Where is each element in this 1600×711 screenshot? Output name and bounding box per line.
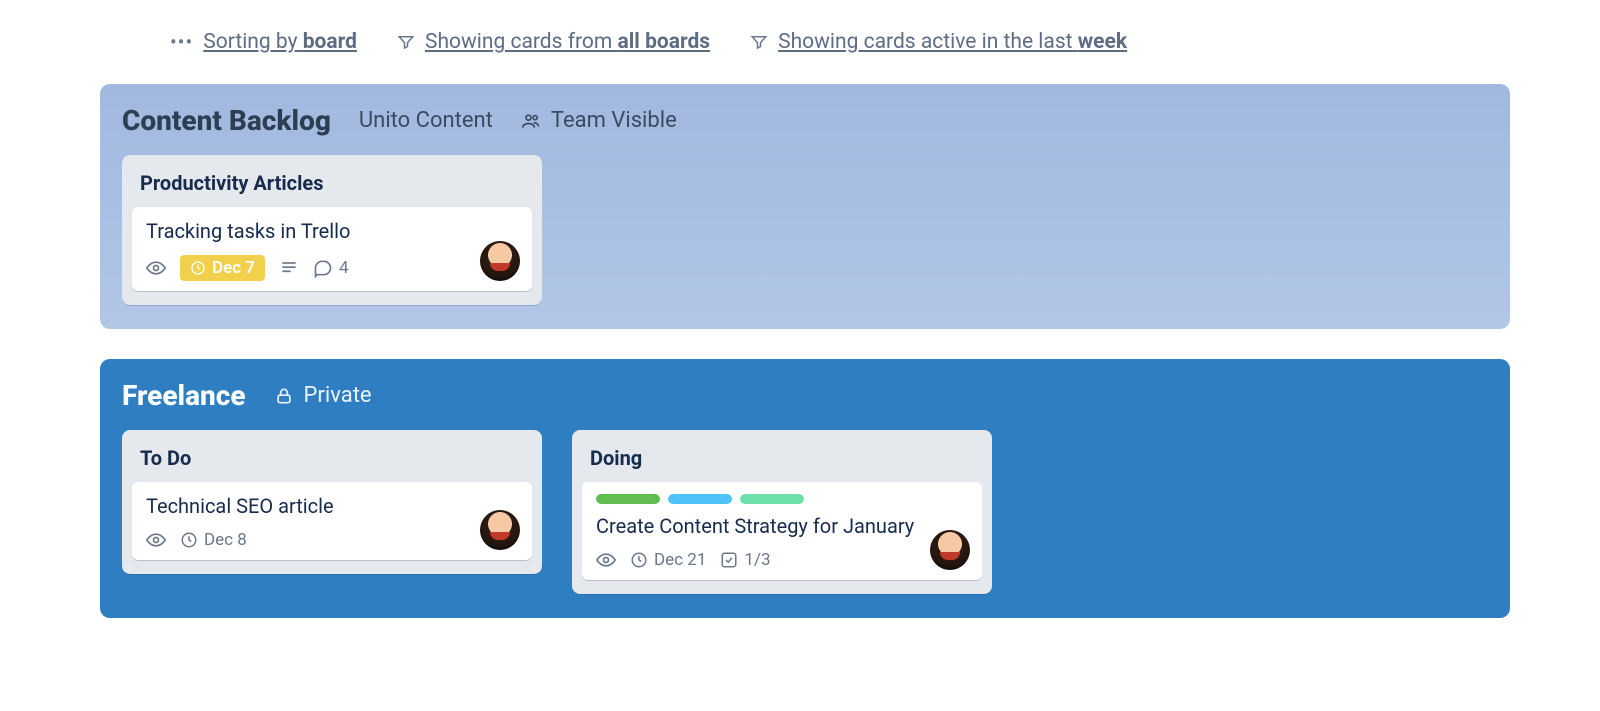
filter-active-value: week (1078, 30, 1127, 54)
board-freelance: Freelance Private To Do Technical SEO ar… (100, 359, 1510, 618)
board-team[interactable]: Unito Content (359, 108, 493, 133)
due-badge: Dec 21 (630, 550, 706, 570)
board-content-backlog: Content Backlog Unito Content Team Visib… (100, 84, 1510, 329)
label-chip[interactable] (740, 494, 804, 504)
comments-badge: 4 (313, 258, 349, 278)
list-title[interactable]: To Do (132, 440, 532, 482)
card-badges: Dec 7 4 (146, 255, 518, 281)
filter-icon (750, 33, 768, 51)
card-labels (596, 494, 968, 504)
board-visibility-label: Team Visible (551, 108, 677, 133)
avatar[interactable] (480, 241, 520, 281)
list-to-do: To Do Technical SEO article Dec 8 (122, 430, 542, 574)
comments-count: 4 (339, 258, 349, 278)
filter-active[interactable]: Showing cards active in the last week (750, 30, 1127, 54)
card-title: Create Content Strategy for January (596, 514, 968, 538)
label-chip[interactable] (668, 494, 732, 504)
card-badges: Dec 21 1/3 (596, 550, 968, 570)
filter-boards-prefix: Showing cards from (425, 30, 618, 54)
watch-icon (146, 258, 166, 278)
avatar[interactable] (480, 510, 520, 550)
card[interactable]: Technical SEO article Dec 8 (132, 482, 532, 560)
filter-bar: ••• Sorting by board Showing cards from … (0, 20, 1600, 84)
avatar[interactable] (930, 530, 970, 570)
filter-boards[interactable]: Showing cards from all boards (397, 30, 710, 54)
label-chip[interactable] (596, 494, 660, 504)
list-title[interactable]: Productivity Articles (132, 165, 532, 207)
card-title: Tracking tasks in Trello (146, 219, 518, 243)
card-title: Technical SEO article (146, 494, 518, 518)
filter-icon (397, 33, 415, 51)
filter-active-prefix: Showing cards active in the last (778, 30, 1078, 54)
board-title[interactable]: Freelance (122, 379, 246, 412)
checklist-count: 1/3 (744, 550, 770, 570)
filter-sort-value: board (303, 30, 357, 54)
board-visibility[interactable]: Private (274, 383, 372, 408)
due-date: Dec 7 (212, 258, 255, 278)
team-icon (521, 111, 541, 131)
more-icon: ••• (170, 30, 193, 54)
description-icon (279, 258, 299, 278)
due-date: Dec 21 (654, 550, 706, 570)
checklist-badge: 1/3 (720, 550, 770, 570)
board-header: Freelance Private (122, 379, 1488, 412)
watch-icon (146, 530, 166, 550)
board-visibility-label: Private (304, 383, 372, 408)
board-title[interactable]: Content Backlog (122, 104, 331, 137)
watch-icon (596, 550, 616, 570)
filter-sort-prefix: Sorting by (203, 30, 302, 54)
card-badges: Dec 8 (146, 530, 518, 550)
list-doing: Doing Create Content Strategy for Januar… (572, 430, 992, 594)
list-productivity-articles: Productivity Articles Tracking tasks in … (122, 155, 542, 305)
due-badge: Dec 7 (180, 255, 265, 281)
board-header: Content Backlog Unito Content Team Visib… (122, 104, 1488, 137)
filter-boards-value: all boards (618, 30, 711, 54)
board-visibility[interactable]: Team Visible (521, 108, 677, 133)
filter-sort[interactable]: ••• Sorting by board (170, 30, 357, 54)
board-lists: To Do Technical SEO article Dec 8 Doing (122, 430, 1488, 594)
lock-icon (274, 386, 294, 406)
list-title[interactable]: Doing (582, 440, 982, 482)
card[interactable]: Create Content Strategy for January Dec … (582, 482, 982, 580)
board-lists: Productivity Articles Tracking tasks in … (122, 155, 1488, 305)
card[interactable]: Tracking tasks in Trello Dec 7 4 (132, 207, 532, 291)
due-badge: Dec 8 (180, 530, 247, 550)
due-date: Dec 8 (204, 530, 247, 550)
